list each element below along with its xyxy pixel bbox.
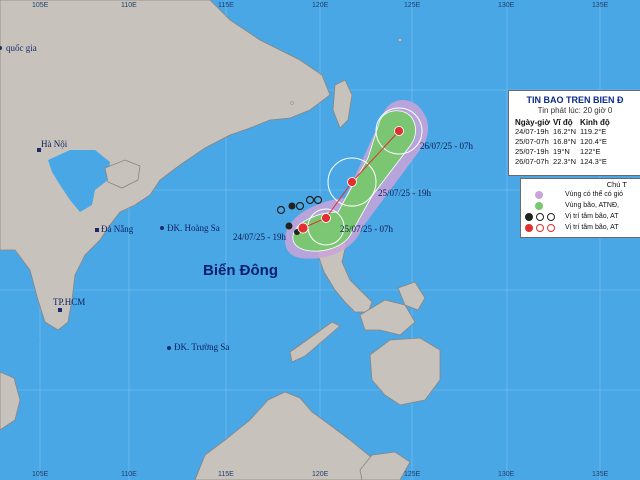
legend-item: Vùng có thể có gió [521, 189, 640, 200]
legend-text: Vị trí tâm bão, AT [565, 224, 619, 231]
column-header: Vĩ độ [553, 118, 573, 127]
purple-circle-icon [535, 191, 543, 199]
legend-item: Vùng bão, ATNĐ, [521, 200, 640, 211]
island-dot [290, 101, 294, 105]
track-label: 24/07/25 - 19h [233, 232, 286, 242]
lon-tick: 135E [592, 471, 609, 478]
lon-tick: 130E [498, 2, 515, 9]
lon-tick: 110E [121, 2, 137, 9]
malay-peninsula [0, 371, 21, 431]
table-cell: 19°N [553, 147, 570, 156]
table-cell: 124.3°E [580, 157, 607, 166]
black-circle-icon [547, 213, 555, 221]
red-circle-icon [547, 224, 555, 232]
table-row: 25/07-07h 16.8°N 120.4°E [515, 137, 613, 147]
legend-text: Vị trí tâm bão, AT [565, 213, 619, 220]
table-cell: 25/07-07h [515, 137, 549, 146]
track-label: 26/07/25 - 07h [420, 141, 473, 151]
borneo [194, 391, 381, 480]
lon-tick: 125E [404, 471, 421, 478]
lon-tick: 115E [218, 2, 234, 9]
table-cell: 22.3°N [553, 157, 577, 166]
lon-tick: 105E [32, 2, 49, 9]
storm-position-table: Ngày-giờ Vĩ độ Kinh độ 24/07-19h 16.2°N … [515, 118, 613, 167]
table-cell: 119.2°E [580, 127, 607, 136]
green-circle-icon [535, 202, 543, 210]
table-cell: 26/07-07h [515, 157, 549, 166]
black-circle-icon [536, 213, 544, 221]
track-label: 25/07/25 - 19h [378, 188, 431, 198]
panel-title: TIN BAO TREN BIEN Đ [526, 95, 624, 105]
lon-tick: 125E [404, 2, 421, 9]
column-header: Ngày-giờ [515, 118, 551, 127]
black-storm-icon [525, 213, 533, 221]
label-truong-sa: ĐK. Trường Sa [174, 342, 230, 352]
legend-text: Vùng bão, ATNĐ, [565, 202, 619, 209]
map-legend: Chú T Vùng có thể có gió Vùng bão, ATNĐ,… [520, 178, 640, 238]
legend-item: Vị trí tâm bão, AT [521, 222, 640, 233]
table-row: 24/07-19h 16.2°N 119.2°E [515, 127, 613, 137]
taiwan [332, 79, 353, 129]
table-cell: 122°E [580, 147, 601, 156]
lon-tick: 105E [32, 471, 49, 478]
city-label-hcm: TP.HCM [53, 297, 86, 307]
gulf-of-thailand [0, 300, 40, 370]
lon-tick: 120E [312, 2, 329, 9]
table-cell: 25/07-19h [515, 147, 549, 156]
table-header-row: Ngày-giờ Vĩ độ Kinh độ [515, 118, 613, 127]
lon-tick: 115E [218, 471, 234, 478]
mainland-landmass [0, 0, 331, 331]
storm-info-panel: TIN BAO TREN BIEN Đ Tin phát lúc: 20 giờ… [508, 90, 640, 176]
lon-tick: 135E [592, 2, 609, 9]
storm-map: 105E 110E 115E 120E 125E 130E 135E 105E … [0, 0, 640, 480]
track-label: 25/07/25 - 07h [340, 224, 393, 234]
table-row: 26/07-07h 22.3°N 124.3°E [515, 157, 613, 167]
table-cell: 24/07-19h [515, 127, 549, 136]
lon-tick: 110E [121, 471, 137, 478]
island-dot [398, 38, 402, 42]
legend-item: Vị trí tâm bão, AT [521, 211, 640, 222]
legend-title: Chú T [606, 180, 627, 189]
column-header: Kinh độ [580, 118, 610, 127]
table-row: 25/07-19h 19°N 122°E [515, 147, 613, 157]
legend-text: Vùng có thể có gió [565, 191, 623, 198]
panel-issued-time: Tin phát lúc: 20 giờ 0 [537, 106, 613, 115]
city-label-hanoi: Hà Nội [41, 139, 68, 149]
lon-tick: 120E [312, 471, 329, 478]
red-circle-icon [536, 224, 544, 232]
table-cell: 16.8°N [553, 137, 577, 146]
mindanao [369, 337, 441, 406]
palawan [289, 321, 341, 363]
table-cell: 120.4°E [580, 137, 607, 146]
map-canvas [0, 0, 640, 480]
lon-tick: 130E [498, 471, 515, 478]
label-hoang-sa: ĐK. Hoàng Sa [167, 223, 220, 233]
table-cell: 16.2°N [553, 127, 577, 136]
red-storm-icon [525, 224, 533, 232]
city-label-danang: Đà Nẵng [101, 224, 134, 234]
country-label: quốc gia [6, 43, 37, 53]
sea-label: Biển Đông [203, 262, 278, 279]
